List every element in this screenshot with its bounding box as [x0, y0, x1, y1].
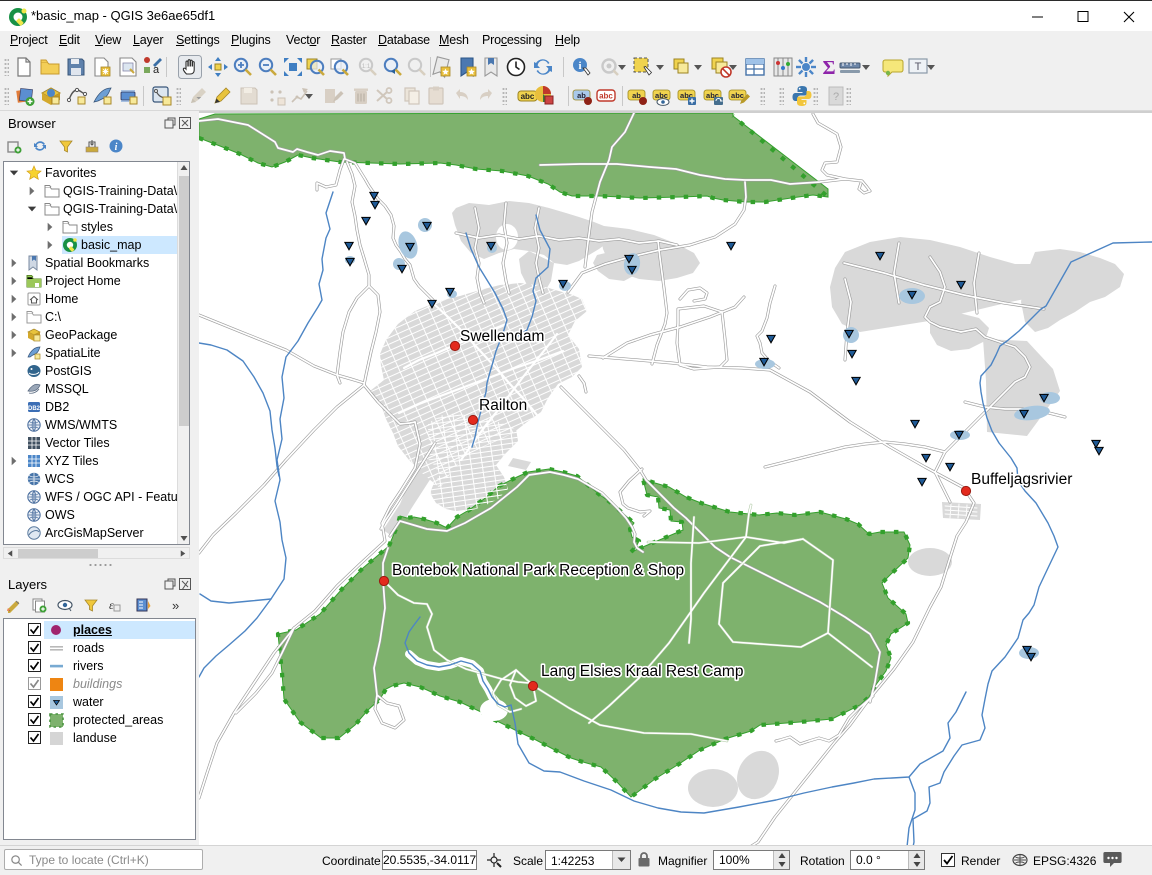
svg-text:i: i: [578, 60, 581, 72]
svg-text:1:1: 1:1: [362, 64, 371, 70]
svg-text:DB2: DB2: [28, 406, 41, 412]
svg-text:i: i: [115, 142, 118, 153]
svg-text:Bontebok National Park Recepti: Bontebok National Park Reception & Shop: [392, 562, 684, 579]
svg-text:Lang Elsies Kraal Rest Camp: Lang Elsies Kraal Rest Camp: [541, 663, 743, 680]
svg-text:T: T: [915, 61, 922, 73]
svg-text:Buffeljagsrivier: Buffeljagsrivier: [971, 471, 1072, 488]
svg-text:abc: abc: [599, 92, 613, 101]
svg-text:?: ?: [833, 91, 839, 103]
svg-text:Σ: Σ: [822, 57, 835, 79]
svg-text:Swellendam: Swellendam: [460, 328, 544, 345]
svg-text:Railton: Railton: [479, 397, 527, 414]
svg-text:abc: abc: [731, 91, 744, 100]
svg-text:ε: ε: [109, 598, 114, 612]
